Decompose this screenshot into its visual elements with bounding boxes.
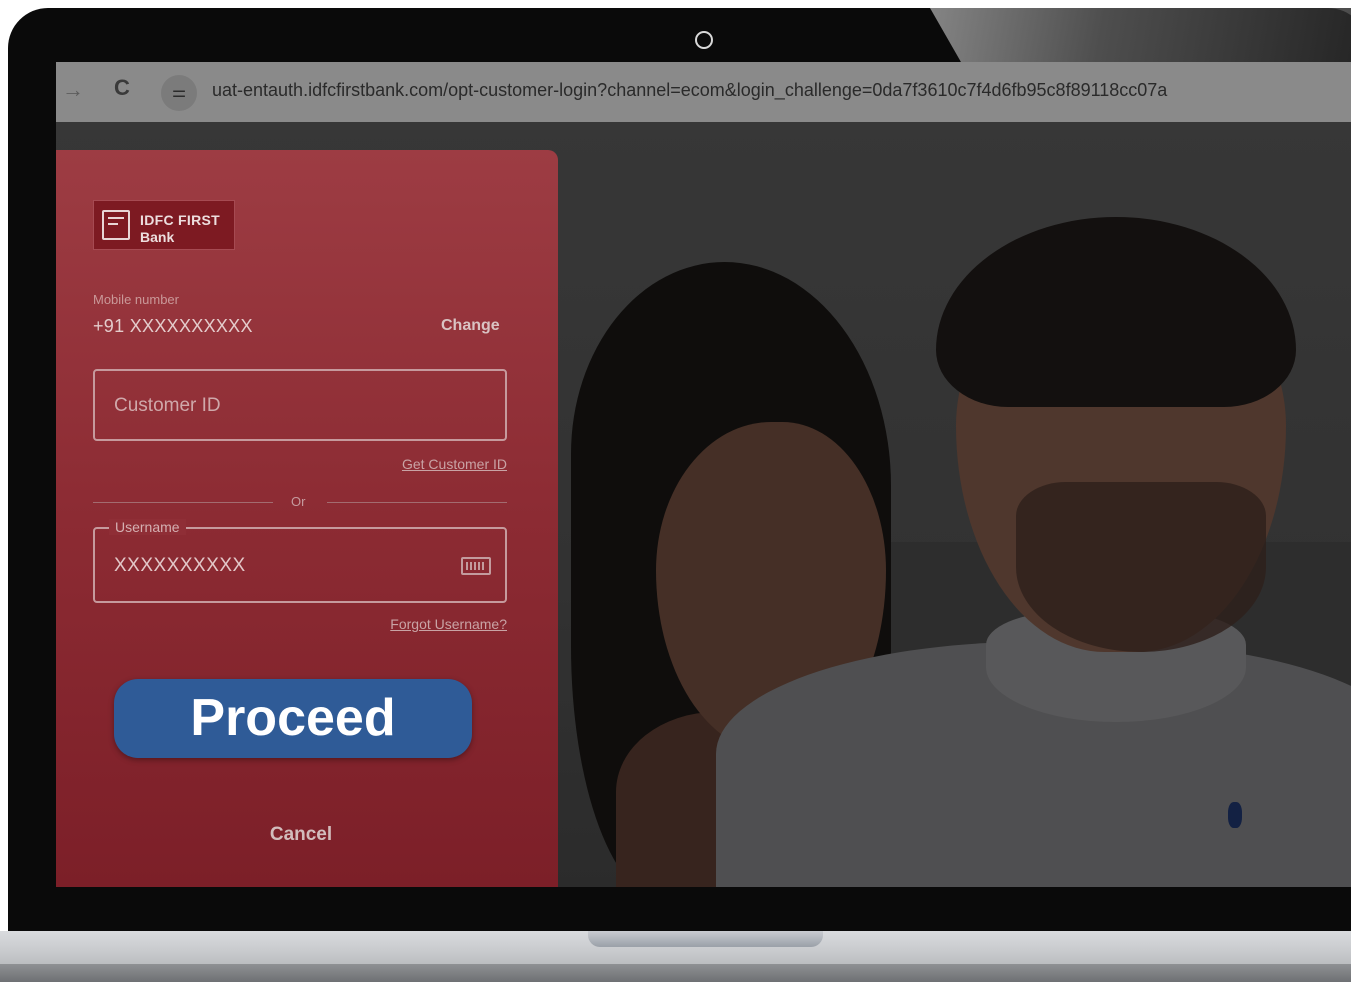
keyboard-icon[interactable] — [461, 557, 491, 575]
get-customer-id-link[interactable]: Get Customer ID — [402, 456, 507, 472]
customer-id-input[interactable]: Customer ID — [93, 369, 507, 441]
bank-name-line2: Bank — [140, 229, 175, 245]
login-panel: IDFC FIRST Bank Mobile number +91 XXXXXX… — [56, 150, 558, 887]
proceed-button[interactable]: Proceed — [114, 679, 472, 758]
customer-id-placeholder: Customer ID — [114, 395, 221, 416]
divider-line-right — [327, 502, 507, 503]
bank-logo: IDFC FIRST Bank — [93, 200, 235, 250]
mobile-number-label: Mobile number — [93, 292, 179, 307]
or-divider: Or — [93, 494, 507, 510]
mobile-number-value: +91 XXXXXXXXXX — [93, 316, 253, 336]
laptop-base-edge — [0, 964, 1351, 982]
or-label: Or — [291, 494, 306, 509]
divider-line-left — [93, 502, 273, 503]
reload-icon[interactable]: C — [114, 75, 130, 101]
cancel-button[interactable]: Cancel — [56, 824, 546, 846]
change-mobile-link[interactable]: Change — [441, 317, 500, 335]
browser-address-bar: → C ⚌ uat-entauth.idfcfirstbank.com/opt-… — [56, 62, 1351, 122]
laptop-screen: → C ⚌ uat-entauth.idfcfirstbank.com/opt-… — [56, 62, 1351, 887]
forgot-username-link[interactable]: Forgot Username? — [390, 616, 507, 632]
bezel-glare — [930, 8, 1351, 68]
url-field[interactable]: uat-entauth.idfcfirstbank.com/opt-custom… — [212, 80, 1167, 101]
site-settings-icon[interactable]: ⚌ — [161, 75, 197, 111]
username-label: Username — [109, 519, 186, 535]
bank-logo-icon — [102, 210, 130, 240]
bank-name-line1: IDFC FIRST — [140, 212, 220, 228]
username-value: XXXXXXXXXX — [114, 555, 246, 576]
webcam — [695, 31, 713, 49]
laptop-opening-notch — [588, 931, 823, 947]
forward-arrow-icon[interactable]: → — [62, 77, 84, 103]
username-input[interactable]: Username XXXXXXXXXX — [93, 519, 507, 603]
